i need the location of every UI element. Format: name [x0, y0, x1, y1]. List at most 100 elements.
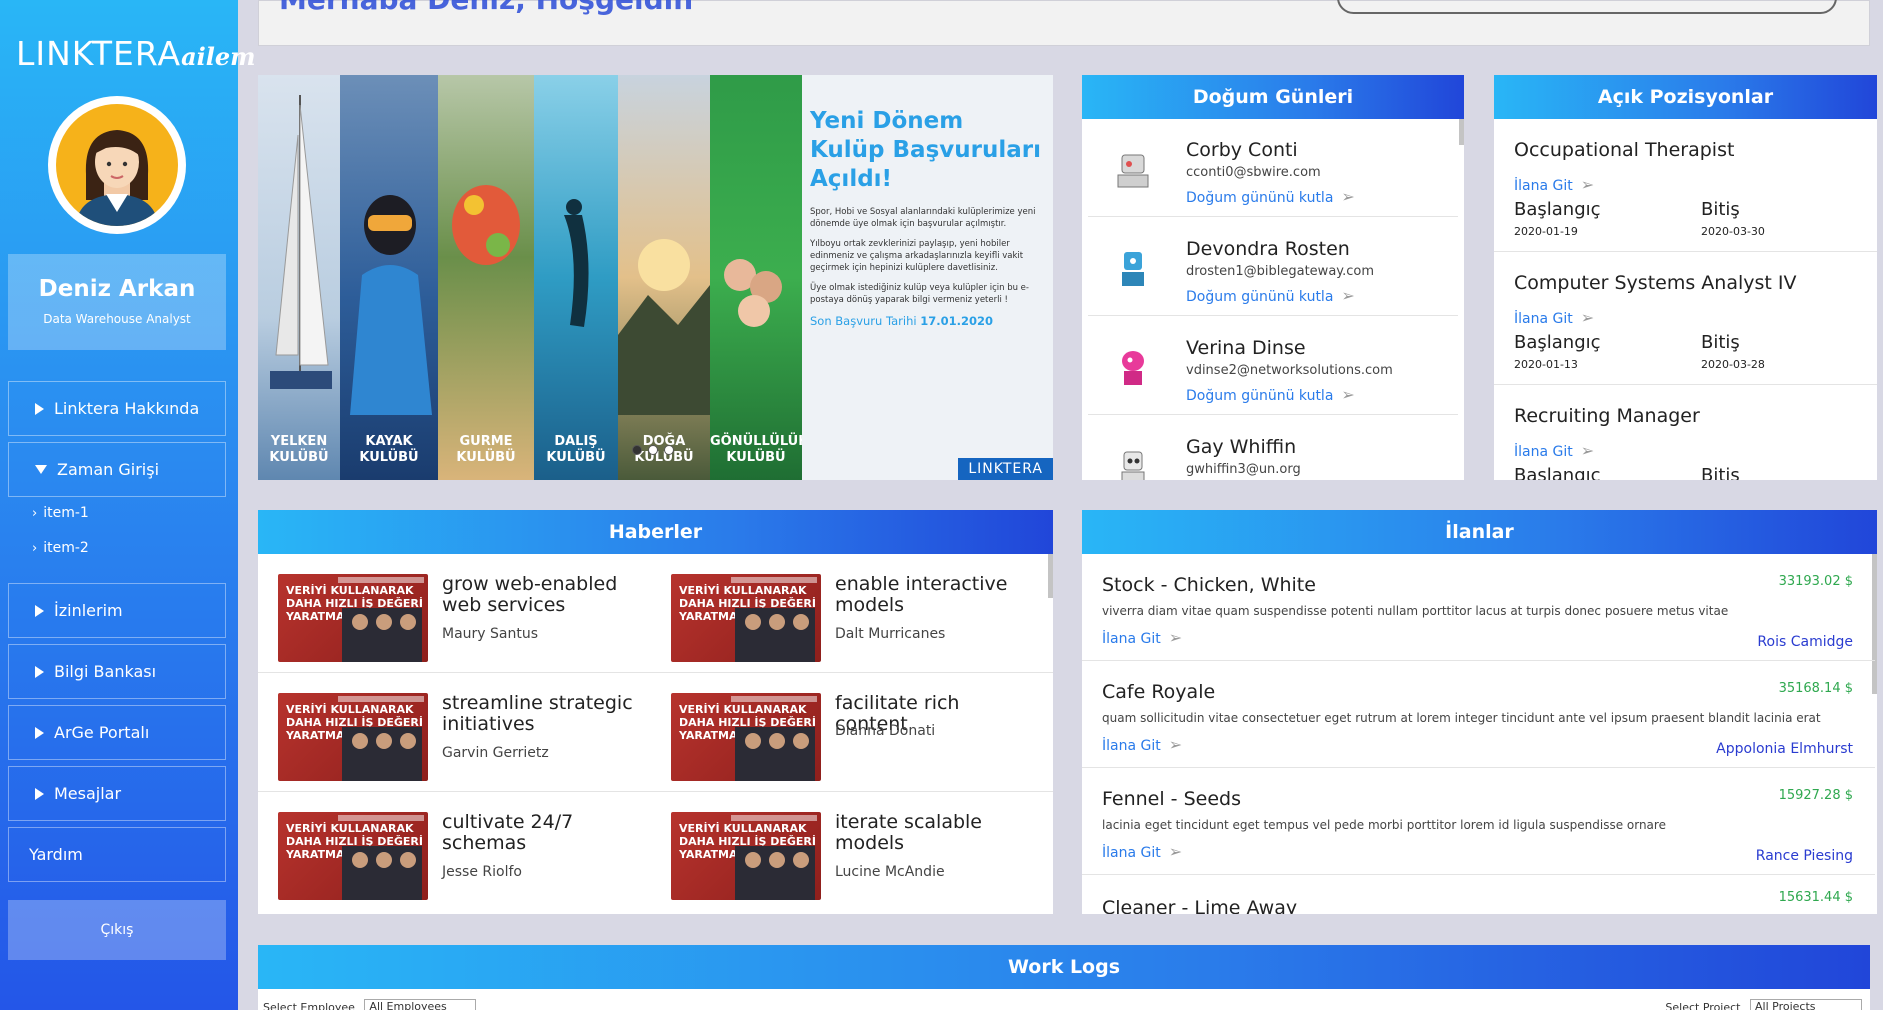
person-name: Verina Dinse: [1186, 337, 1306, 359]
start-label: Başlangıç: [1514, 199, 1601, 220]
sidebar-item-label: Linktera Hakkında: [54, 399, 200, 418]
sidebar-item-label: ArGe Portalı: [54, 723, 150, 742]
sidebar: LINKTERAailem Deniz Arkan Data Warehouse…: [0, 0, 256, 1010]
position-title: Recruiting Manager: [1514, 405, 1700, 427]
caret-right-icon: [35, 665, 44, 678]
logout-button[interactable]: Çıkış: [8, 900, 226, 960]
go-to-listing-link[interactable]: İlana Git ➢: [1514, 308, 1594, 327]
sidebar-item-messages[interactable]: Mesajlar: [8, 766, 226, 821]
ad-owner: Appolonia Elmhurst: [1716, 741, 1853, 757]
news-item[interactable]: VERİYİ KULLANARAK DAHA HIZLI İŞ DEĞERİ Y…: [258, 673, 638, 791]
scrollbar[interactable]: [1459, 119, 1464, 145]
end-label: Bitiş: [1701, 465, 1740, 480]
celebrate-birthday-link[interactable]: Doğum gününü kutla ➢: [1186, 187, 1355, 206]
greeting: Merhaba Deniz, Hoşgeldin: [279, 0, 693, 16]
caret-right-icon: [35, 402, 44, 415]
positions-list[interactable]: Occupational Therapist İlana Git ➢ Başlan…: [1494, 119, 1877, 480]
announcement-carousel[interactable]: YELKEN KULÜBÜ KAYAK KULÜBÜ GURME KULÜBÜ DAL…: [258, 75, 1053, 480]
work-logs-panel: Work Logs Select Employee All Employees …: [258, 945, 1870, 1010]
robot-avatar-icon: [1122, 351, 1144, 385]
search-input[interactable]: [1337, 0, 1837, 14]
go-to-listing-link[interactable]: İlana Git ➢: [1102, 842, 1182, 861]
carousel-dot[interactable]: [632, 445, 642, 455]
list-item: Recruiting Manager İlana Git ➢ Başlangıç …: [1494, 385, 1877, 480]
sidebar-subitem-2[interactable]: › item-2: [32, 540, 89, 556]
caret-right-icon: [35, 604, 44, 617]
sidebar-item-rnd-portal[interactable]: ArGe Portalı: [8, 705, 226, 760]
news-item[interactable]: VERİYİ KULLANARAK DAHA HIZLI İŞ DEĞERİ Y…: [651, 792, 1031, 910]
celebrate-birthday-link[interactable]: Doğum gününü kutla ➢: [1186, 286, 1355, 305]
go-to-listing-link[interactable]: İlana Git ➢: [1102, 628, 1182, 647]
avatar[interactable]: [48, 96, 186, 234]
end-label: Bitiş: [1701, 332, 1740, 353]
promo-deadline: Son Başvuru Tarihi 17.01.2020: [810, 314, 993, 328]
sidebar-item-label: İzinlerim: [54, 601, 123, 620]
ad-owner: Rance Piesing: [1755, 848, 1853, 864]
start-date: 2020-01-13: [1514, 358, 1578, 371]
caret-right-icon: [35, 787, 44, 800]
profile-role: Data Warehouse Analyst: [43, 312, 191, 326]
list-item: Occupational Therapist İlana Git ➢ Başlan…: [1494, 119, 1877, 252]
end-date: 2020-03-30: [1701, 225, 1765, 238]
send-icon: ➢: [1168, 735, 1183, 754]
brand-logo[interactable]: LINKTERAailem: [16, 34, 256, 73]
sidebar-item-time-entry[interactable]: Zaman Girişi: [8, 442, 226, 497]
scrollbar[interactable]: [1048, 554, 1053, 598]
sidebar-item-leaves[interactable]: İzinlerim: [8, 583, 226, 638]
news-author: Maury Santus: [442, 626, 539, 642]
project-select[interactable]: All Projects: [1750, 999, 1862, 1010]
open-positions-panel: Açık Pozisyonlar Occupational Therapist …: [1494, 75, 1877, 480]
sidebar-subitem-1[interactable]: › item-1: [32, 505, 89, 521]
employee-filter-label: Select Employee: [263, 1001, 355, 1010]
banner-strip-label: GÖNÜLLÜLÜK KULÜBÜ: [710, 434, 809, 465]
start-date: 2020-01-19: [1514, 225, 1578, 238]
go-to-listing-link[interactable]: İlana Git ➢: [1102, 735, 1182, 754]
end-date: 2020-03-28: [1701, 358, 1765, 371]
go-to-listing-link[interactable]: İlana Git ➢: [1514, 175, 1594, 194]
employee-select[interactable]: All Employees: [364, 999, 477, 1010]
sidebar-item-knowledge-base[interactable]: Bilgi Bankası: [8, 644, 226, 699]
sidebar-item-label: Zaman Girişi: [57, 460, 160, 479]
birthdays-title: Doğum Günleri: [1082, 75, 1464, 119]
person-name: Corby Conti: [1186, 139, 1298, 161]
carousel-dot[interactable]: [648, 445, 658, 455]
news-item[interactable]: VERİYİ KULLANARAK DAHA HIZLI İŞ DEĞERİ Y…: [651, 673, 1031, 791]
brand-name: LINKTERA: [16, 34, 182, 73]
birthdays-list[interactable]: Corby Conti cconti0@sbwire.com Doğum gün…: [1082, 119, 1464, 480]
send-icon: ➢: [1168, 628, 1183, 647]
news-item[interactable]: VERİYİ KULLANARAK DAHA HIZLI İŞ DEĞERİ Y…: [258, 792, 638, 910]
banner-strip-label: KAYAK KULÜBÜ: [359, 434, 419, 465]
banner-strip-diving: DALIŞ KULÜBÜ: [534, 75, 618, 480]
carousel-dot[interactable]: [664, 445, 674, 455]
news-headline: cultivate 24/7 schemas: [442, 811, 574, 854]
sidebar-item-about[interactable]: Linktera Hakkında: [8, 381, 226, 436]
position-title: Computer Systems Analyst IV: [1514, 272, 1797, 294]
news-author: Garvin Gerrietz: [442, 745, 549, 761]
ad-price: 15631.44 $: [1778, 890, 1853, 905]
robot-avatar-icon: [1117, 154, 1149, 188]
ad-item: Cafe Royale 35168.14 $ quam sollicitudin…: [1082, 661, 1875, 768]
go-to-listing-link[interactable]: İlana Git ➢: [1514, 441, 1594, 460]
news-thumbnail: VERİYİ KULLANARAK DAHA HIZLI İŞ DEĞERİ Y…: [671, 812, 821, 900]
news-list[interactable]: VERİYİ KULLANARAK DAHA HIZLI İŞ DEĞERİ Y…: [258, 554, 1053, 914]
banner-strip-label: YELKEN KULÜBÜ: [269, 434, 329, 465]
send-icon: ➢: [1580, 175, 1595, 194]
send-icon: ➢: [1580, 441, 1595, 460]
person-name: Devondra Rosten: [1186, 238, 1350, 260]
ad-item: Cleaner - Lime Away 15631.44 $: [1082, 875, 1875, 914]
list-item: Verina Dinse vdinse2@networksolutions.co…: [1088, 317, 1458, 415]
sidebar-item-help[interactable]: Yardım: [8, 827, 226, 882]
person-email: drosten1@biblegateway.com: [1186, 264, 1375, 279]
celebrate-birthday-link[interactable]: Doğum gününü kutla ➢: [1186, 385, 1355, 404]
send-icon: ➢: [1168, 842, 1183, 861]
position-title: Occupational Therapist: [1514, 139, 1735, 161]
ad-description: viverra diam vitae quam suspendisse pote…: [1102, 604, 1729, 618]
employee-filter: Select Employee All Employees: [263, 999, 477, 1010]
news-item[interactable]: VERİYİ KULLANARAK DAHA HIZLI İŞ DEĞERİ Y…: [651, 554, 1031, 672]
list-item: Computer Systems Analyst IV İlana Git ➢ B…: [1494, 252, 1877, 385]
top-bar: Merhaba Deniz, Hoşgeldin: [258, 0, 1870, 46]
news-item[interactable]: VERİYİ KULLANARAK DAHA HIZLI İŞ DEĞERİ Y…: [258, 554, 638, 672]
project-filter-label: Select Project: [1665, 1001, 1741, 1010]
ad-price: 33193.02 $: [1778, 574, 1853, 589]
ads-list[interactable]: Stock - Chicken, White 33193.02 $ viverr…: [1082, 554, 1877, 914]
